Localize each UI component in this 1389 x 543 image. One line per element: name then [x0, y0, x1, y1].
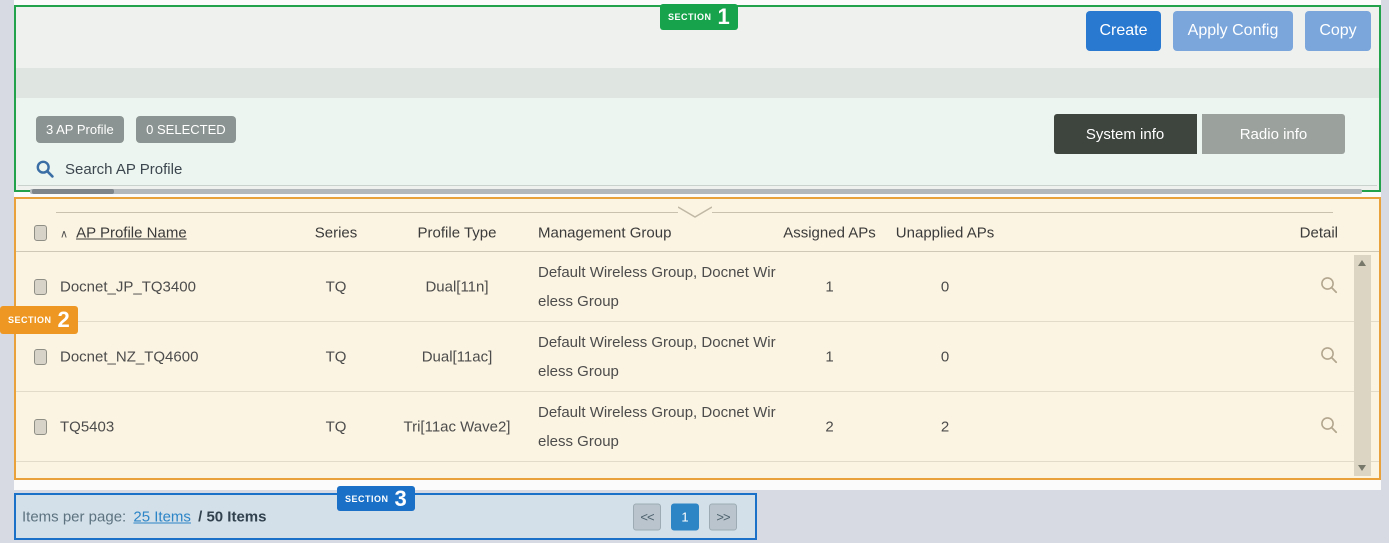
search-icon	[36, 160, 54, 178]
header-series: Series	[291, 225, 381, 242]
header-unapplied-aps: Unapplied APs	[890, 225, 1000, 242]
page-size-link[interactable]: 25 Items	[133, 508, 191, 525]
divider-band	[16, 68, 1379, 98]
count-badges: 3 AP Profile 0 SELECTED	[36, 116, 244, 143]
section-2-word: SECTION	[8, 315, 52, 325]
section-3-word: SECTION	[345, 494, 389, 504]
cell-profile-type: Tri[11ac Wave2]	[397, 418, 517, 435]
radio-info-tab[interactable]: Radio info	[1202, 114, 1345, 154]
cell-management-group: Default Wireless Group, Docnet Wireless …	[538, 398, 778, 456]
cell-unapplied-aps: 0	[890, 278, 1000, 295]
cell-management-group: Default Wireless Group, Docnet Wireless …	[538, 258, 778, 316]
cell-assigned-aps: 1	[772, 348, 887, 365]
select-all-checkbox[interactable]	[34, 225, 47, 241]
cell-ap-profile-name: Docnet_JP_TQ3400	[60, 278, 310, 295]
profile-count-badge: 3 AP Profile	[36, 116, 124, 143]
section-3-number: 3	[395, 486, 407, 512]
cell-unapplied-aps: 2	[890, 418, 1000, 435]
row-checkbox[interactable]	[34, 349, 47, 365]
notch-line-right	[712, 212, 1334, 213]
section-2-number: 2	[58, 307, 70, 333]
section-1-word: SECTION	[668, 12, 712, 22]
cell-profile-type: Dual[11n]	[397, 278, 517, 295]
cell-series: TQ	[291, 278, 381, 295]
notch-line-left	[56, 212, 678, 213]
detail-magnifier-icon[interactable]	[1288, 346, 1338, 368]
table-row: Docnet_JP_TQ3400 TQ Dual[11n] Default Wi…	[16, 252, 1379, 322]
ap-profile-table-section: ∧AP Profile Name Series Profile Type Man…	[14, 197, 1381, 480]
header-profile-type: Profile Type	[397, 225, 517, 242]
scroll-up-icon[interactable]	[1358, 260, 1366, 266]
copy-button[interactable]: Copy	[1305, 11, 1371, 51]
info-toggle-group: System info Radio info	[1054, 114, 1345, 154]
selected-count-badge: 0 SELECTED	[136, 116, 235, 143]
current-page-button[interactable]: 1	[671, 503, 699, 530]
cell-management-group: Default Wireless Group, Docnet Wireless …	[538, 328, 778, 386]
header-assigned-aps: Assigned APs	[772, 225, 887, 242]
search-bar	[36, 156, 1353, 182]
table-header-row: ∧AP Profile Name Series Profile Type Man…	[16, 215, 1379, 252]
total-items-label: 50 Items	[206, 508, 266, 525]
cell-profile-type: Dual[11ac]	[397, 348, 517, 365]
horizontal-scrollbar[interactable]	[30, 189, 1362, 194]
header-ap-profile-name[interactable]: ∧AP Profile Name	[60, 225, 310, 242]
header-management-group: Management Group	[538, 219, 778, 248]
cell-assigned-aps: 2	[772, 418, 887, 435]
vertical-scrollbar[interactable]	[1354, 255, 1371, 476]
detail-magnifier-icon[interactable]	[1288, 416, 1338, 438]
cell-ap-profile-name: Docnet_NZ_TQ4600	[60, 348, 310, 365]
system-info-tab[interactable]: System info	[1054, 114, 1197, 154]
pagination-separator: /	[198, 508, 202, 525]
header-detail: Detail	[1288, 225, 1338, 242]
prev-page-button[interactable]: <<	[633, 503, 661, 530]
cell-ap-profile-name: TQ5403	[60, 418, 310, 435]
pager-controls: << 1 >>	[633, 503, 737, 530]
filter-panel: 3 AP Profile 0 SELECTED System info Radi…	[18, 98, 1377, 186]
sort-ascending-icon: ∧	[60, 228, 68, 241]
table-row: TQ5403 TQ Tri[11ac Wave2] Default Wirele…	[16, 392, 1379, 462]
items-per-page: Items per page: 25 Items / 50 Items	[22, 508, 267, 525]
create-button[interactable]: Create	[1086, 11, 1161, 51]
scroll-down-icon[interactable]	[1358, 465, 1366, 471]
detail-magnifier-icon[interactable]	[1288, 276, 1338, 298]
row-checkbox[interactable]	[34, 419, 47, 435]
ap-profile-page: Create Apply Config Copy 3 AP Profile 0 …	[0, 0, 1389, 543]
search-input[interactable]	[65, 161, 1353, 178]
apply-config-button[interactable]: Apply Config	[1173, 11, 1293, 51]
section-3-annotation: SECTION 3	[337, 486, 415, 511]
next-page-button[interactable]: >>	[709, 503, 737, 530]
cell-assigned-aps: 1	[772, 278, 887, 295]
horizontal-scrollbar-thumb[interactable]	[32, 189, 114, 194]
cell-unapplied-aps: 0	[890, 348, 1000, 365]
table-row: Docnet_NZ_TQ4600 TQ Dual[11ac] Default W…	[16, 322, 1379, 392]
section-1-number: 1	[718, 4, 730, 30]
cell-series: TQ	[291, 348, 381, 365]
row-checkbox[interactable]	[34, 279, 47, 295]
toolbar-filter-section: Create Apply Config Copy 3 AP Profile 0 …	[14, 5, 1381, 192]
items-per-page-label: Items per page:	[22, 508, 126, 525]
cell-series: TQ	[291, 418, 381, 435]
section-1-annotation: SECTION 1	[660, 4, 738, 30]
section-2-annotation: SECTION 2	[0, 306, 78, 334]
